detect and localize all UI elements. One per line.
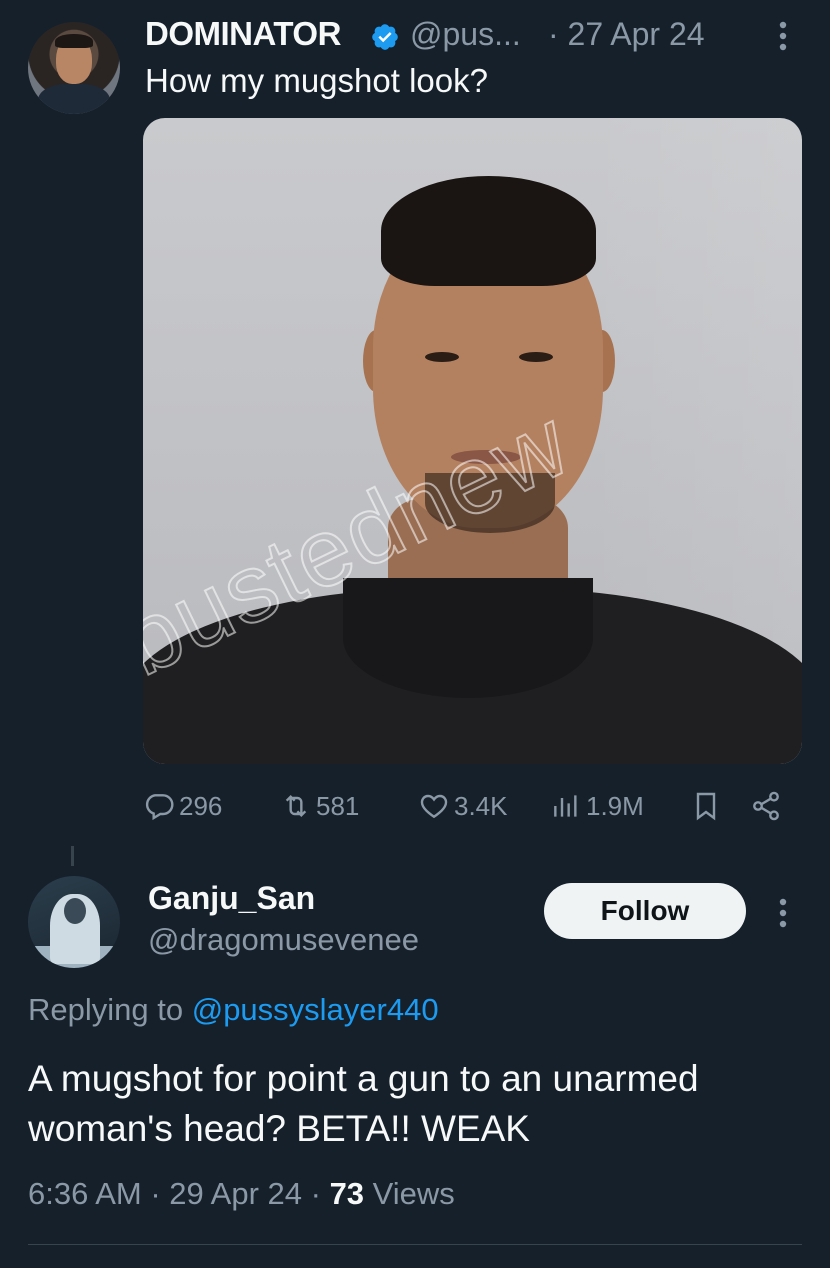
tweet-date[interactable]: · 27 Apr 24 [548,16,705,53]
reply-count: 296 [179,790,223,821]
author-handle[interactable]: @pus... [410,16,521,53]
share-button[interactable] [750,788,786,824]
like-count: 3.4K [454,790,508,821]
author-name[interactable]: DOMINATOR [145,15,341,53]
reply-views-count: 73 [329,1176,365,1211]
reply-author-avatar[interactable] [28,876,120,968]
tweet-header: DOMINATOR @pus... · 27 Apr 24 How my mug… [0,0,830,114]
reply-icon [145,794,174,821]
reply-views-label: Views [364,1176,455,1211]
bookmark-button[interactable] [690,788,726,824]
replying-to: Replying to @pussyslayer440 [28,992,439,1028]
author-avatar[interactable] [28,22,120,114]
follow-button[interactable]: Follow [544,883,746,939]
repost-icon [285,794,307,818]
views-button[interactable]: 1.9M [550,788,644,824]
replying-to-label: Replying to [28,992,184,1027]
reply-button[interactable]: 296 [143,788,222,824]
heart-icon [420,794,448,819]
more-vertical-icon[interactable] [770,895,796,931]
views-count: 1.9M [586,790,644,821]
analytics-icon [554,795,577,817]
verified-badge-icon [372,24,398,50]
reply-author-handle[interactable]: @dragomusevenee [148,922,419,958]
repost-button[interactable]: 581 [280,788,359,824]
reply-timestamp: 6:36 AM · 29 Apr 24 · 73 Views [28,1176,455,1212]
reply-author-name[interactable]: Ganju_San [148,880,315,917]
tweet-text: How my mugshot look? [145,62,488,99]
bookmark-icon [696,792,716,821]
more-vertical-icon[interactable] [770,18,796,54]
divider [28,1244,802,1245]
thread-connector [71,846,74,866]
tweet-action-bar: 296 581 3.4K 1.9M [0,780,830,834]
like-button[interactable]: 3.4K [418,788,508,824]
repost-count: 581 [316,790,360,821]
tweet-photo[interactable]: bustednew [143,118,802,764]
reply-time[interactable]: 6:36 AM · 29 Apr 24 · [28,1176,330,1211]
reply-text: A mugshot for point a gun to an unarmed … [28,1058,699,1149]
share-icon [753,791,779,821]
replying-to-mention[interactable]: @pussyslayer440 [192,992,439,1027]
